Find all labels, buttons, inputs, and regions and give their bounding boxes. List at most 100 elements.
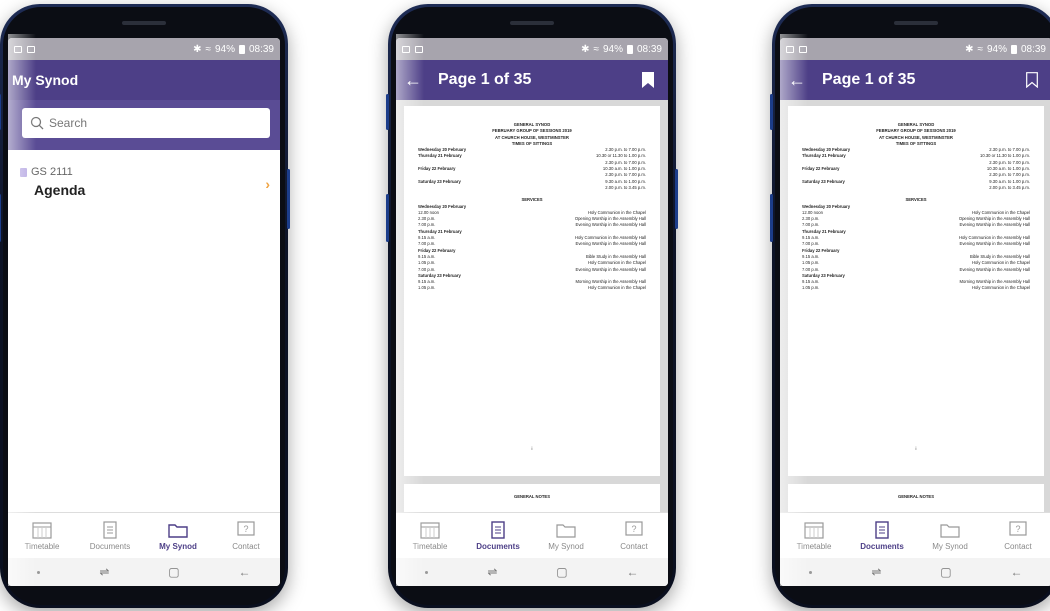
search-input[interactable]: Search [22, 108, 270, 138]
phone-speaker [510, 21, 554, 25]
recents-icon[interactable]: ⇌ [871, 565, 881, 579]
bixby-button [770, 194, 773, 242]
folder-icon [168, 523, 188, 538]
power-button [675, 169, 678, 229]
back-icon[interactable]: ← [239, 565, 251, 579]
chevron-right-icon: › [265, 176, 270, 192]
tab-my-synod[interactable]: My Synod [144, 513, 212, 558]
cast-icon [27, 45, 35, 53]
back-icon[interactable]: ← [1011, 565, 1023, 579]
sittings-list: Wednesday 20 February 2.30 p.m. to 7.00 p… [418, 147, 646, 191]
volume-button [386, 94, 389, 130]
sitting-row: 2.00 p.m. to 3.45 p.m. [989, 184, 1030, 190]
system-nav-bar: ⇌ ▢ ← [396, 558, 668, 586]
battery-icon [238, 44, 245, 54]
screen: ✱ ≈ 94% 08:39 ← Page 1 of 35 GENERAL SYN… [780, 38, 1050, 586]
tab-label: Timetable [412, 541, 448, 551]
page-indicator: Page 1 of 35 [438, 71, 532, 88]
back-arrow-icon[interactable]: ← [396, 70, 430, 91]
recents-icon[interactable]: ⇌ [487, 565, 497, 579]
page-number: i [531, 445, 533, 451]
document-list-icon [491, 520, 505, 539]
tab-label: Contact [1004, 541, 1032, 551]
phone-document-outline-bookmark: ✱ ≈ 94% 08:39 ← Page 1 of 35 GENERAL SYN… [770, 4, 1050, 608]
battery-icon [626, 44, 633, 54]
tab-contact[interactable]: ? Contact [984, 513, 1050, 558]
search-icon [30, 116, 44, 130]
service-row: 1.05 p.m. Holy Communion in the Chapel [802, 285, 1030, 291]
document-title: Agenda [34, 182, 86, 198]
cast-icon [799, 45, 807, 53]
bluetooth-icon: ✱ [965, 43, 974, 55]
calendar-icon [420, 521, 440, 539]
folder-icon [940, 523, 960, 538]
clock: 08:39 [1020, 43, 1046, 55]
folder-icon [556, 523, 576, 538]
nav-dot-icon [425, 570, 429, 574]
help-icon: ? [625, 520, 643, 536]
stage: ✱ ≈ 94% 08:39 My Synod Search GS 2111 Ag… [0, 0, 1050, 611]
nav-dot-icon [809, 570, 813, 574]
page-title: My Synod [12, 72, 79, 88]
screen: ✱ ≈ 94% 08:39 ← Page 1 of 35 GENERAL SYN… [396, 38, 668, 586]
document-code: GS 2111 [31, 166, 73, 178]
tab-my-synod[interactable]: My Synod [916, 513, 984, 558]
nav-dot-icon [37, 570, 41, 574]
tab-timetable[interactable]: Timetable [780, 513, 848, 558]
back-arrow-icon[interactable]: ← [780, 70, 814, 91]
home-icon[interactable]: ▢ [556, 565, 567, 579]
tab-label: Contact [232, 541, 260, 551]
tab-contact[interactable]: ? Contact [600, 513, 668, 558]
tab-bar: Timetable Documents My Synod ? Contact [396, 512, 668, 558]
services-list: Wednesday 20 February 12.00 noon Holy Com… [802, 204, 1030, 292]
bookmark-filled-icon[interactable] [642, 72, 654, 88]
phone-document-filled-bookmark: ✱ ≈ 94% 08:39 ← Page 1 of 35 GENERAL SYN… [386, 4, 678, 608]
phone-speaker [894, 21, 938, 25]
tab-label: Timetable [796, 541, 832, 551]
back-icon[interactable]: ← [627, 565, 639, 579]
tab-documents[interactable]: Documents [848, 513, 916, 558]
app-bar: My Synod [8, 60, 280, 100]
battery-percent: 94% [214, 43, 235, 55]
bluetooth-icon: ✱ [581, 43, 590, 55]
tab-timetable[interactable]: Timetable [396, 513, 464, 558]
home-icon[interactable]: ▢ [940, 565, 951, 579]
calendar-icon [804, 521, 824, 539]
tab-label: My Synod [159, 541, 197, 551]
status-bar: ✱ ≈ 94% 08:39 [780, 38, 1050, 60]
page-indicator: Page 1 of 35 [822, 71, 916, 88]
tab-label: Documents [476, 541, 520, 551]
svg-text:?: ? [243, 524, 248, 534]
bixby-button [386, 194, 389, 242]
phone-speaker [122, 21, 166, 25]
tab-label: My Synod [932, 541, 968, 551]
tab-documents[interactable]: Documents [464, 513, 532, 558]
list-item-agenda[interactable]: GS 2111 Agenda › [8, 150, 280, 204]
app-bar: ← Page 1 of 35 [396, 60, 668, 100]
svg-text:?: ? [631, 524, 636, 534]
calendar-icon [32, 521, 52, 539]
battery-percent: 94% [602, 43, 623, 55]
tab-timetable[interactable]: Timetable [8, 513, 76, 558]
system-nav-bar: ⇌ ▢ ← [8, 558, 280, 586]
tab-my-synod[interactable]: My Synod [532, 513, 600, 558]
wifi-icon: ≈ [593, 43, 599, 55]
services-list: Wednesday 20 February 12.00 noon Holy Com… [418, 204, 646, 292]
tab-label: Documents [89, 541, 131, 551]
bixby-button [0, 194, 1, 242]
tab-label: Contact [620, 541, 648, 551]
tab-contact[interactable]: ? Contact [212, 513, 280, 558]
pdf-page: GENERAL SYNOD FEBRUARY GROUP OF SESSIONS… [788, 106, 1044, 476]
bookmark-outline-icon[interactable] [1026, 72, 1038, 88]
home-icon[interactable]: ▢ [168, 565, 179, 579]
clock: 08:39 [636, 43, 662, 55]
clock: 08:39 [248, 43, 274, 55]
document-icon [20, 167, 27, 177]
page-number: i [915, 445, 917, 451]
recents-icon[interactable]: ⇌ [99, 565, 109, 579]
svg-text:?: ? [1015, 524, 1020, 534]
gallery-icon [402, 45, 410, 53]
tab-documents[interactable]: Documents [76, 513, 144, 558]
volume-button [770, 94, 773, 130]
tab-bar: Timetable Documents My Synod ? Contact [8, 512, 280, 558]
